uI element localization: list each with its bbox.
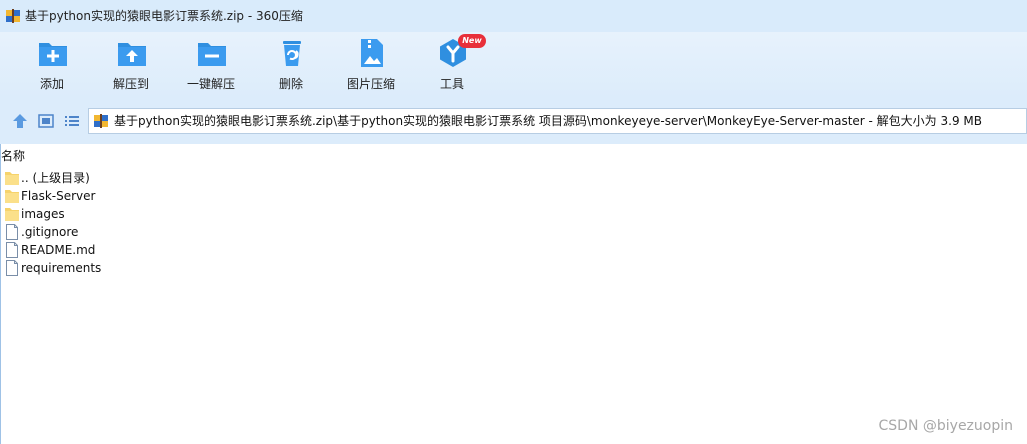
view-thumbnail-icon[interactable] [37,112,55,130]
file-name: README.md [21,243,96,257]
view-list-icon[interactable] [63,112,81,130]
file-icon [6,242,18,258]
add-icon [39,43,67,66]
add-button-label: 添加 [39,77,64,91]
list-item-folder[interactable]: Flask-Server [4,187,304,205]
delete-button-label: 删除 [278,77,303,91]
archive-app-icon [6,9,20,23]
navigation-bar: 基于python实现的猿眼电影订票系统.zip\基于python实现的猿眼电影订… [0,98,1027,144]
list-item-file[interactable]: requirements [4,259,304,277]
file-name: Flask-Server [21,189,96,203]
watermark: CSDN @biyezuopin [878,418,1013,434]
file-list: 名称 .. (上级目录) Flask-Server images .gitign… [0,144,1027,444]
one-click-extract-button[interactable]: 一键解压 [175,38,247,94]
image-compress-button-label: 图片压缩 [346,77,395,91]
address-bar[interactable]: 基于python实现的猿眼电影订票系统.zip\基于python实现的猿眼电影订… [88,108,1027,134]
add-button[interactable]: 添加 [16,38,88,94]
folder-icon [5,172,19,185]
extract-to-button[interactable]: 解压到 [95,38,167,94]
up-arrow-icon[interactable] [11,112,29,130]
list-item-file[interactable]: .gitignore [4,223,304,241]
new-badge: New [458,34,486,48]
toolbar: 添加 解压到 一键解压 删除 图片压缩 New 工具 [0,32,1027,98]
archive-icon [94,114,108,128]
window-title: 基于python实现的猿眼电影订票系统.zip - 360压缩 [25,9,303,23]
file-name: requirements [21,261,102,275]
image-compress-button[interactable]: 图片压缩 [335,38,407,94]
file-icon [6,224,18,240]
one-click-extract-icon [198,43,226,66]
file-icon [6,260,18,276]
delete-button[interactable]: 删除 [255,38,327,94]
file-name: .. (上级目录) [21,171,90,185]
name-column-header[interactable]: 名称 [1,148,25,164]
file-name: .gitignore [21,225,79,239]
delete-icon [283,41,301,66]
address-path: 基于python实现的猿眼电影订票系统.zip\基于python实现的猿眼电影订… [114,114,982,128]
image-compress-icon [361,39,383,67]
folder-icon [5,208,19,221]
one-click-extract-button-label: 一键解压 [186,77,235,91]
title-bar: 基于python实现的猿眼电影订票系统.zip - 360压缩 [0,0,1027,32]
tools-button[interactable]: New 工具 [416,34,488,94]
extract-to-button-label: 解压到 [112,77,149,91]
list-item-parent-directory[interactable]: .. (上级目录) [4,169,304,187]
tools-button-label: 工具 [439,77,464,91]
extract-to-icon [118,43,146,66]
file-name: images [21,207,65,221]
list-item-file[interactable]: README.md [4,241,304,259]
folder-icon [5,190,19,203]
list-item-folder[interactable]: images [4,205,304,223]
